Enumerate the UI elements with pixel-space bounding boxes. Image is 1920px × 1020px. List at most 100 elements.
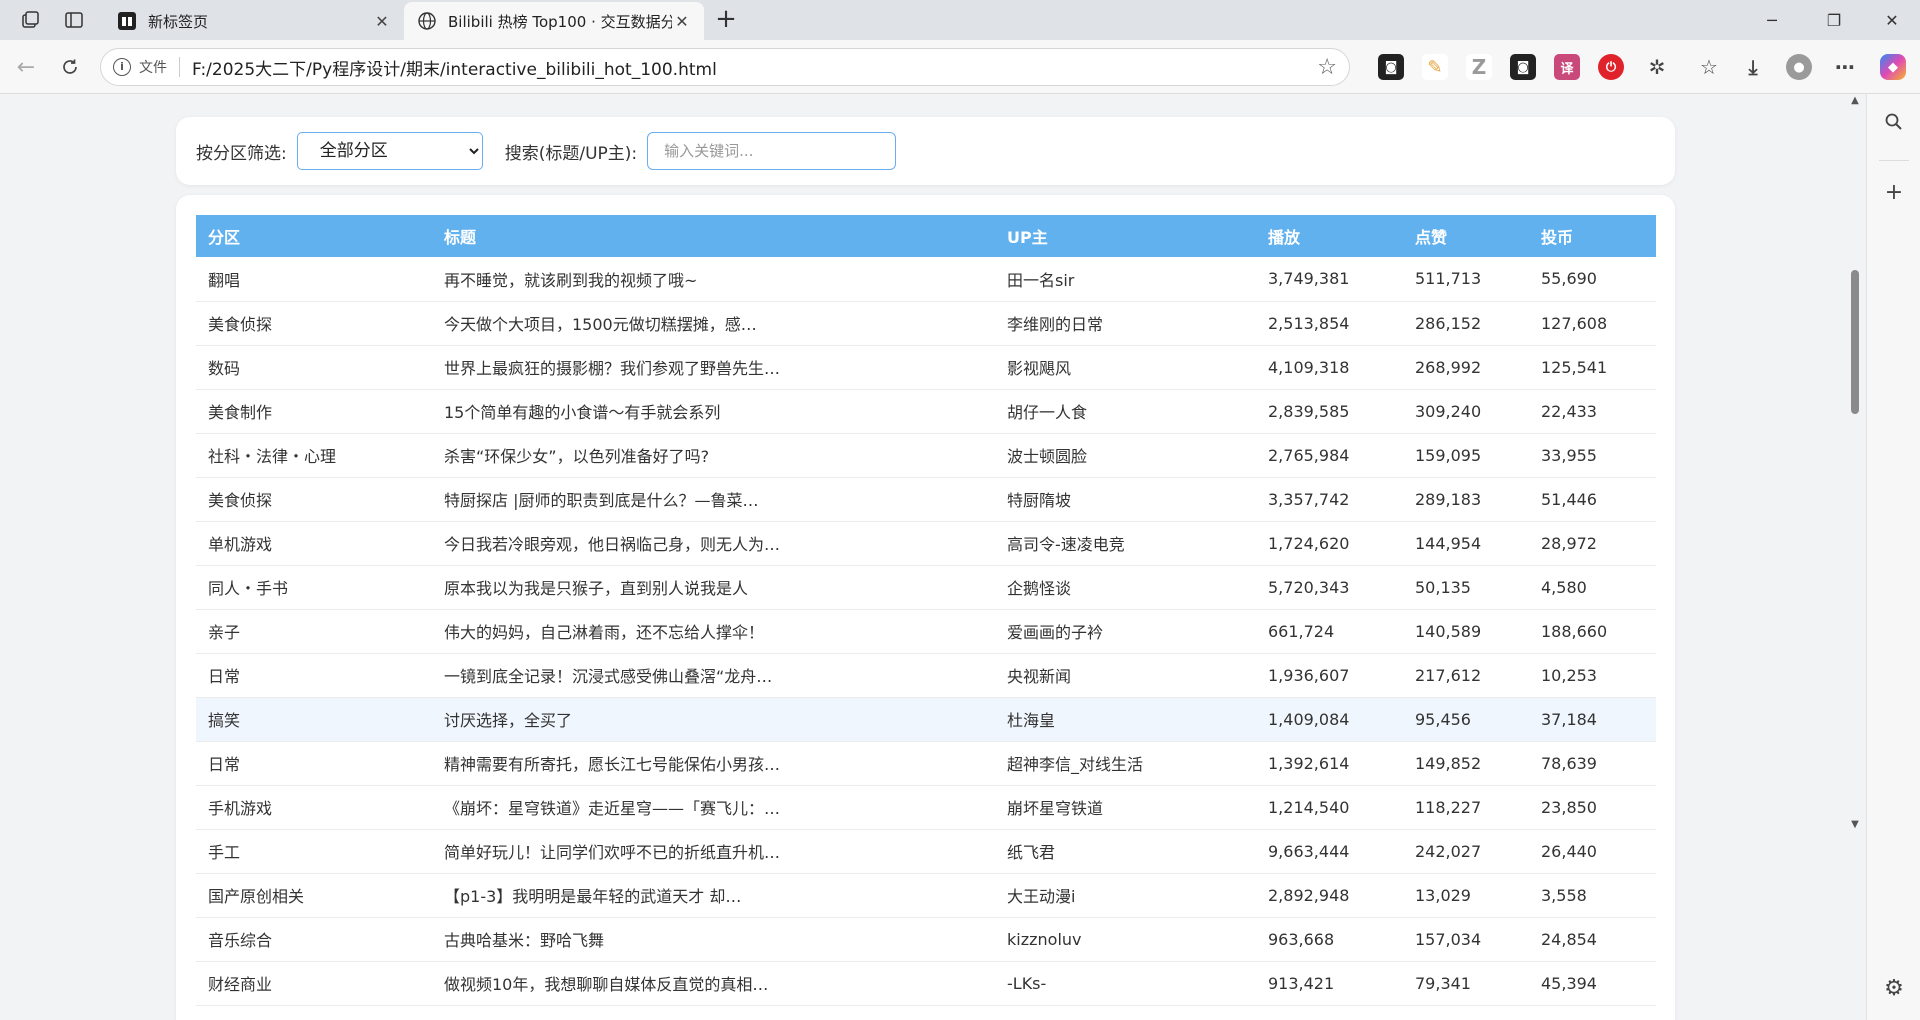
workspaces-icon[interactable] (18, 8, 42, 32)
table-row[interactable]: 搞笑 讨厌选择，全买了 杜海皇 1,409,084 95,456 37,184 (196, 697, 1656, 742)
cell-category: 翻唱 (196, 257, 432, 302)
table-row[interactable]: 同人・手书 原本我以为我是只猴子，直到别人说我是人 企鹅怪谈 5,720,343 50,… (196, 565, 1656, 610)
cell-title: 15个简单有趣的小食谱～有手就会系列 (432, 389, 995, 434)
translate-extension-icon[interactable]: 译 (1554, 54, 1580, 80)
cell-category: 搞笑 (196, 697, 432, 742)
info-icon[interactable]: i (113, 58, 131, 76)
cell-coins: 10,253 (1529, 653, 1656, 698)
tab-new-tab[interactable]: 新标签页 ✕ (104, 2, 404, 40)
table-row[interactable]: 国产原创相关 【p1-3】我明明是最年轻的武道天才 却… 大王动漫i 2,892,94… (196, 873, 1656, 918)
cell-category: 美食侦探 (196, 477, 432, 522)
hot-video-table: 分区 标题 UP主 播放 点赞 投币 翻唱 再不睡觉，就该刷到我的视频了哦~ 田一名… (196, 215, 1656, 1006)
scrollbar-thumb[interactable] (1851, 270, 1859, 414)
profile-avatar[interactable]: ● (1786, 54, 1812, 80)
table-row[interactable]: 日常 一镜到底全记录！沉浸式感受佛山叠滘“龙舟… 央视新闻 1,936,607 217,… (196, 653, 1656, 698)
extensions-puzzle-icon[interactable]: ✲ (1644, 54, 1670, 80)
settings-gear-icon[interactable]: ⚙ (1880, 974, 1908, 1002)
cell-category: 财经商业 (196, 961, 432, 1006)
cell-likes: 13,029 (1403, 873, 1529, 918)
header-uploader[interactable]: UP主 (995, 215, 1256, 257)
url-text[interactable]: F:/2025大二下/Py程序设计/期末/interactive_bilibil… (192, 55, 717, 80)
table-row[interactable]: 单机游戏 今日我若冷眼旁观，他日祸临己身，则无人为… 高司令-速凌电竞 1,724,6… (196, 521, 1656, 566)
cell-likes: 95,456 (1403, 697, 1529, 742)
header-views[interactable]: 播放 (1256, 215, 1403, 257)
cell-title: 今天做个大项目，1500元做切糕摆摊，感… (432, 301, 995, 346)
cell-likes: 50,135 (1403, 565, 1529, 610)
cell-title: 古典哈基米：野哈飞舞 (432, 917, 995, 962)
cell-title: 再不睡觉，就该刷到我的视频了哦~ (432, 257, 995, 302)
cell-uploader: 影视飓风 (995, 345, 1256, 390)
add-sidebar-app-icon[interactable]: + (1880, 178, 1908, 206)
cell-coins: 24,854 (1529, 917, 1656, 962)
sidebar-divider (1879, 160, 1909, 161)
cell-category: 手工 (196, 829, 432, 874)
extension-4-icon[interactable]: ◙ (1510, 54, 1536, 80)
table-row[interactable]: 美食制作 15个简单有趣的小食谱～有手就会系列 胡仔一人食 2,839,585 309,… (196, 389, 1656, 434)
copilot-icon[interactable]: ◆ (1880, 54, 1906, 80)
header-likes[interactable]: 点赞 (1403, 215, 1529, 257)
scroll-up-arrow-icon[interactable]: ▲ (1850, 96, 1860, 106)
cell-likes: 217,612 (1403, 653, 1529, 698)
refresh-icon[interactable] (56, 53, 84, 81)
cell-category: 音乐综合 (196, 917, 432, 962)
extension-2-icon[interactable]: ✎ (1422, 54, 1448, 80)
close-tab-icon[interactable]: ✕ (372, 12, 392, 31)
power-extension-icon[interactable]: ⏻ (1598, 54, 1624, 80)
cell-views: 1,724,620 (1256, 521, 1403, 566)
page-scrollbar[interactable]: ▲ ▼ (1846, 94, 1864, 1020)
table-row[interactable]: 社科・法律・心理 杀害“环保少女”，以色列准备好了吗? 波士顿圆脸 2,765,984… (196, 433, 1656, 478)
table-row[interactable]: 音乐综合 古典哈基米：野哈飞舞 kizznoluv 963,668 157,034 24,… (196, 917, 1656, 962)
header-category[interactable]: 分区 (196, 215, 432, 257)
table-row[interactable]: 翻唱 再不睡觉，就该刷到我的视频了哦~ 田一名sir 3,749,381 511,713… (196, 257, 1656, 302)
close-tab-icon[interactable]: ✕ (672, 12, 692, 31)
back-arrow-icon[interactable]: ← (12, 53, 40, 81)
restore-button[interactable]: ❐ (1806, 0, 1862, 40)
cell-coins: 188,660 (1529, 609, 1656, 654)
address-bar[interactable]: i 文件 F:/2025大二下/Py程序设计/期末/interactive_bi… (100, 48, 1350, 86)
cell-views: 5,720,343 (1256, 565, 1403, 610)
cell-likes: 144,954 (1403, 521, 1529, 566)
table-row[interactable]: 美食侦探 特厨探店 |厨师的职责到底是什么？—鲁菜… 特厨隋坡 3,357,742 28… (196, 477, 1656, 522)
cell-uploader: 胡仔一人食 (995, 389, 1256, 434)
favorite-star-icon[interactable]: ☆ (1317, 55, 1337, 80)
extension-3-icon[interactable]: Z (1466, 54, 1492, 80)
cell-title: 原本我以为我是只猴子，直到别人说我是人 (432, 565, 995, 610)
table-row[interactable]: 财经商业 做视频10年，我想聊聊自媒体反直觉的真相… -LKs- 913,421 79,… (196, 961, 1656, 1006)
table-header-row: 分区 标题 UP主 播放 点赞 投币 (196, 215, 1656, 257)
close-window-button[interactable]: ✕ (1864, 0, 1920, 40)
cell-uploader: 田一名sir (995, 257, 1256, 302)
cell-likes: 79,341 (1403, 961, 1529, 1006)
header-coins[interactable]: 投币 (1529, 215, 1656, 257)
downloads-icon[interactable]: ⤓ (1740, 54, 1766, 80)
minimize-button[interactable]: ─ (1744, 0, 1800, 40)
edge-sidebar: + ⚙ (1866, 94, 1920, 1020)
search-icon[interactable] (1880, 108, 1908, 136)
header-title[interactable]: 标题 (432, 215, 995, 257)
favorites-icon[interactable]: ☆ (1696, 54, 1722, 80)
globe-icon (416, 10, 438, 32)
table-row[interactable]: 数码 世界上最疯狂的摄影棚？我们参观了野兽先生… 影视飓风 4,109,318 268,… (196, 345, 1656, 390)
cell-category: 国产原创相关 (196, 873, 432, 918)
table-row[interactable]: 手机游戏 《崩坏：星穹铁道》走近星穹——「赛飞儿：… 崩坏星穹铁道 1,214,540… (196, 785, 1656, 830)
new-tab-button[interactable]: + (712, 6, 740, 34)
extension-1-icon[interactable]: ◙ (1378, 54, 1404, 80)
table-row[interactable]: 美食侦探 今天做个大项目，1500元做切糕摆摊，感… 李维刚的日常 2,513,854… (196, 301, 1656, 346)
cell-uploader: 高司令-速凌电竞 (995, 521, 1256, 566)
cell-views: 9,663,444 (1256, 829, 1403, 874)
tab-bilibili-hot[interactable]: Bilibili 热榜 Top100 · 交互数据分析 ✕ (404, 2, 704, 40)
cell-uploader: 超神李信_对线生活 (995, 741, 1256, 786)
search-input[interactable] (647, 132, 897, 170)
bilibili-favicon-icon (116, 10, 138, 32)
cell-coins: 127,608 (1529, 301, 1656, 346)
table-row[interactable]: 手工 简单好玩儿！让同学们欢呼不已的折纸直升机… 纸飞君 9,663,444 242,0… (196, 829, 1656, 874)
table-row[interactable]: 日常 精神需要有所寄托，愿长江七号能保佑小男孩… 超神李信_对线生活 1,392,61… (196, 741, 1656, 786)
more-menu-icon[interactable]: ⋯ (1832, 54, 1858, 80)
cell-title: 伟大的妈妈，自己淋着雨，还不忘给人撑伞！ (432, 609, 995, 654)
cell-likes: 268,992 (1403, 345, 1529, 390)
cell-category: 数码 (196, 345, 432, 390)
vertical-tabs-icon[interactable] (62, 8, 86, 32)
table-row[interactable]: 亲子 伟大的妈妈，自己淋着雨，还不忘给人撑伞！ 爱画画的子衿 661,724 140,5… (196, 609, 1656, 654)
cell-views: 963,668 (1256, 917, 1403, 962)
category-select[interactable]: 全部分区 (296, 132, 483, 170)
scroll-down-arrow-icon[interactable]: ▼ (1850, 820, 1860, 830)
